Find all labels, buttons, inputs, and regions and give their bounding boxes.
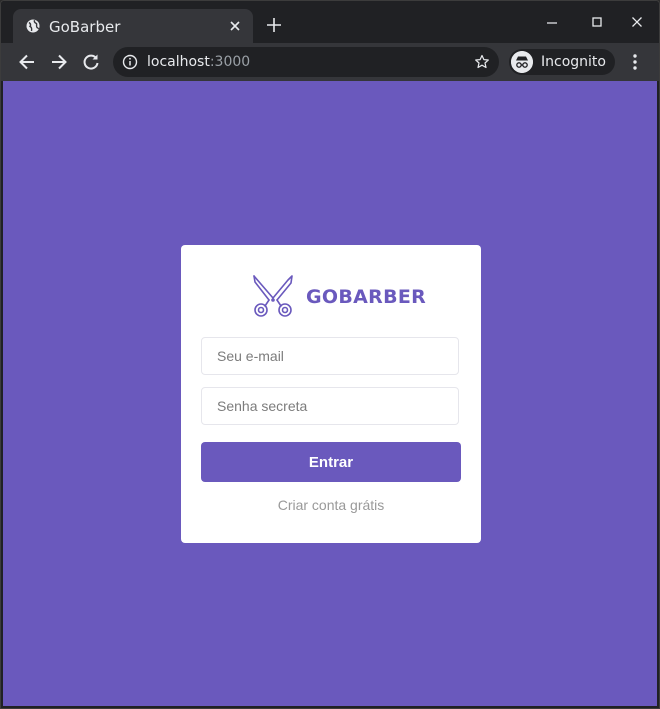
minimize-icon[interactable] <box>545 15 559 29</box>
url-port: :3000 <box>209 54 251 70</box>
create-account-link[interactable]: Criar conta grátis <box>181 497 481 513</box>
info-icon[interactable] <box>122 54 138 70</box>
maximize-icon[interactable] <box>590 15 604 29</box>
login-card: GOBARBER Entrar Criar conta grátis <box>181 245 481 543</box>
tab-strip: GoBarber <box>1 1 659 43</box>
gobarber-logo: GOBARBER <box>251 273 426 319</box>
tab-title: GoBarber <box>49 18 121 36</box>
tab-gobarber[interactable]: GoBarber <box>13 9 253 43</box>
incognito-icon <box>511 51 533 73</box>
tab-close-icon[interactable] <box>227 18 243 34</box>
globe-icon <box>26 19 40 33</box>
password-input[interactable] <box>201 387 459 425</box>
forward-icon[interactable] <box>49 52 69 72</box>
url-text: localhost:3000 <box>147 54 250 70</box>
reload-icon[interactable] <box>81 52 101 72</box>
scissors-icon <box>253 275 293 317</box>
url-host: localhost <box>147 54 210 70</box>
page-viewport: GOBARBER Entrar Criar conta grátis <box>3 81 657 706</box>
bookmark-star-icon[interactable] <box>474 54 490 70</box>
browser-window: GoBarber localhost:3000 Incognito GOBARB… <box>0 0 660 709</box>
email-input[interactable] <box>201 337 459 375</box>
back-icon[interactable] <box>17 52 37 72</box>
incognito-label: Incognito <box>541 54 606 70</box>
browser-toolbar: localhost:3000 Incognito <box>1 43 659 81</box>
incognito-badge[interactable]: Incognito <box>509 49 615 75</box>
address-bar[interactable]: localhost:3000 <box>113 47 499 77</box>
close-window-icon[interactable] <box>630 15 644 29</box>
brand-name: GOBARBER <box>306 286 427 308</box>
new-tab-icon[interactable] <box>265 16 283 34</box>
login-button[interactable]: Entrar <box>201 442 461 482</box>
more-menu-icon[interactable] <box>627 53 643 71</box>
